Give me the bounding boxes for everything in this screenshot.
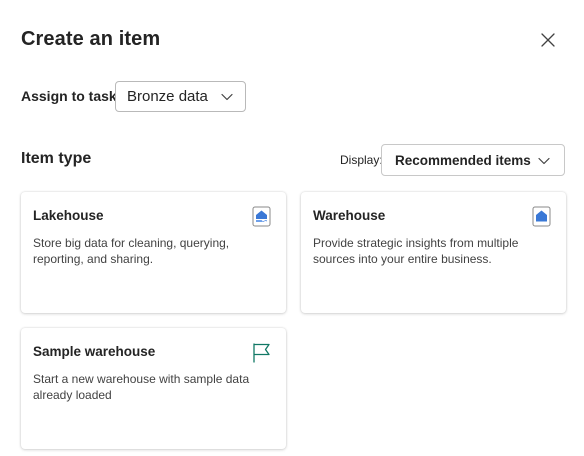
assign-selected-value: Bronze data: [127, 88, 208, 105]
card-description: Store big data for cleaning, querying, r…: [33, 236, 230, 266]
dialog-title: Create an item: [21, 28, 161, 50]
lakehouse-icon: [252, 206, 271, 227]
item-card-sample-warehouse[interactable]: Sample warehouse Start a new warehouse w…: [21, 328, 286, 449]
item-card-lakehouse[interactable]: Lakehouse Store big data for cleaning, q…: [21, 192, 286, 313]
item-type-heading: Item type: [21, 150, 92, 167]
item-card-warehouse[interactable]: Warehouse Provide strategic insights fro…: [301, 192, 566, 313]
close-button[interactable]: [537, 29, 559, 51]
warehouse-icon: [532, 206, 551, 227]
card-description: Start a new warehouse with sample data a…: [33, 372, 250, 402]
card-title: Warehouse: [313, 208, 386, 223]
chevron-down-icon: [538, 157, 550, 165]
close-icon: [541, 33, 555, 47]
card-title: Sample warehouse: [33, 344, 156, 359]
assign-to-task-label: Assign to task: [21, 88, 117, 104]
assign-to-task-dropdown[interactable]: Bronze data: [115, 81, 246, 112]
card-title: Lakehouse: [33, 208, 104, 223]
display-label: Display:: [340, 153, 383, 167]
card-description: Provide strategic insights from multiple…: [313, 236, 519, 266]
chevron-down-icon: [221, 93, 233, 101]
display-selected-value: Recommended items: [395, 152, 531, 168]
flag-icon: [253, 343, 270, 363]
display-filter-dropdown[interactable]: Recommended items: [381, 144, 565, 176]
